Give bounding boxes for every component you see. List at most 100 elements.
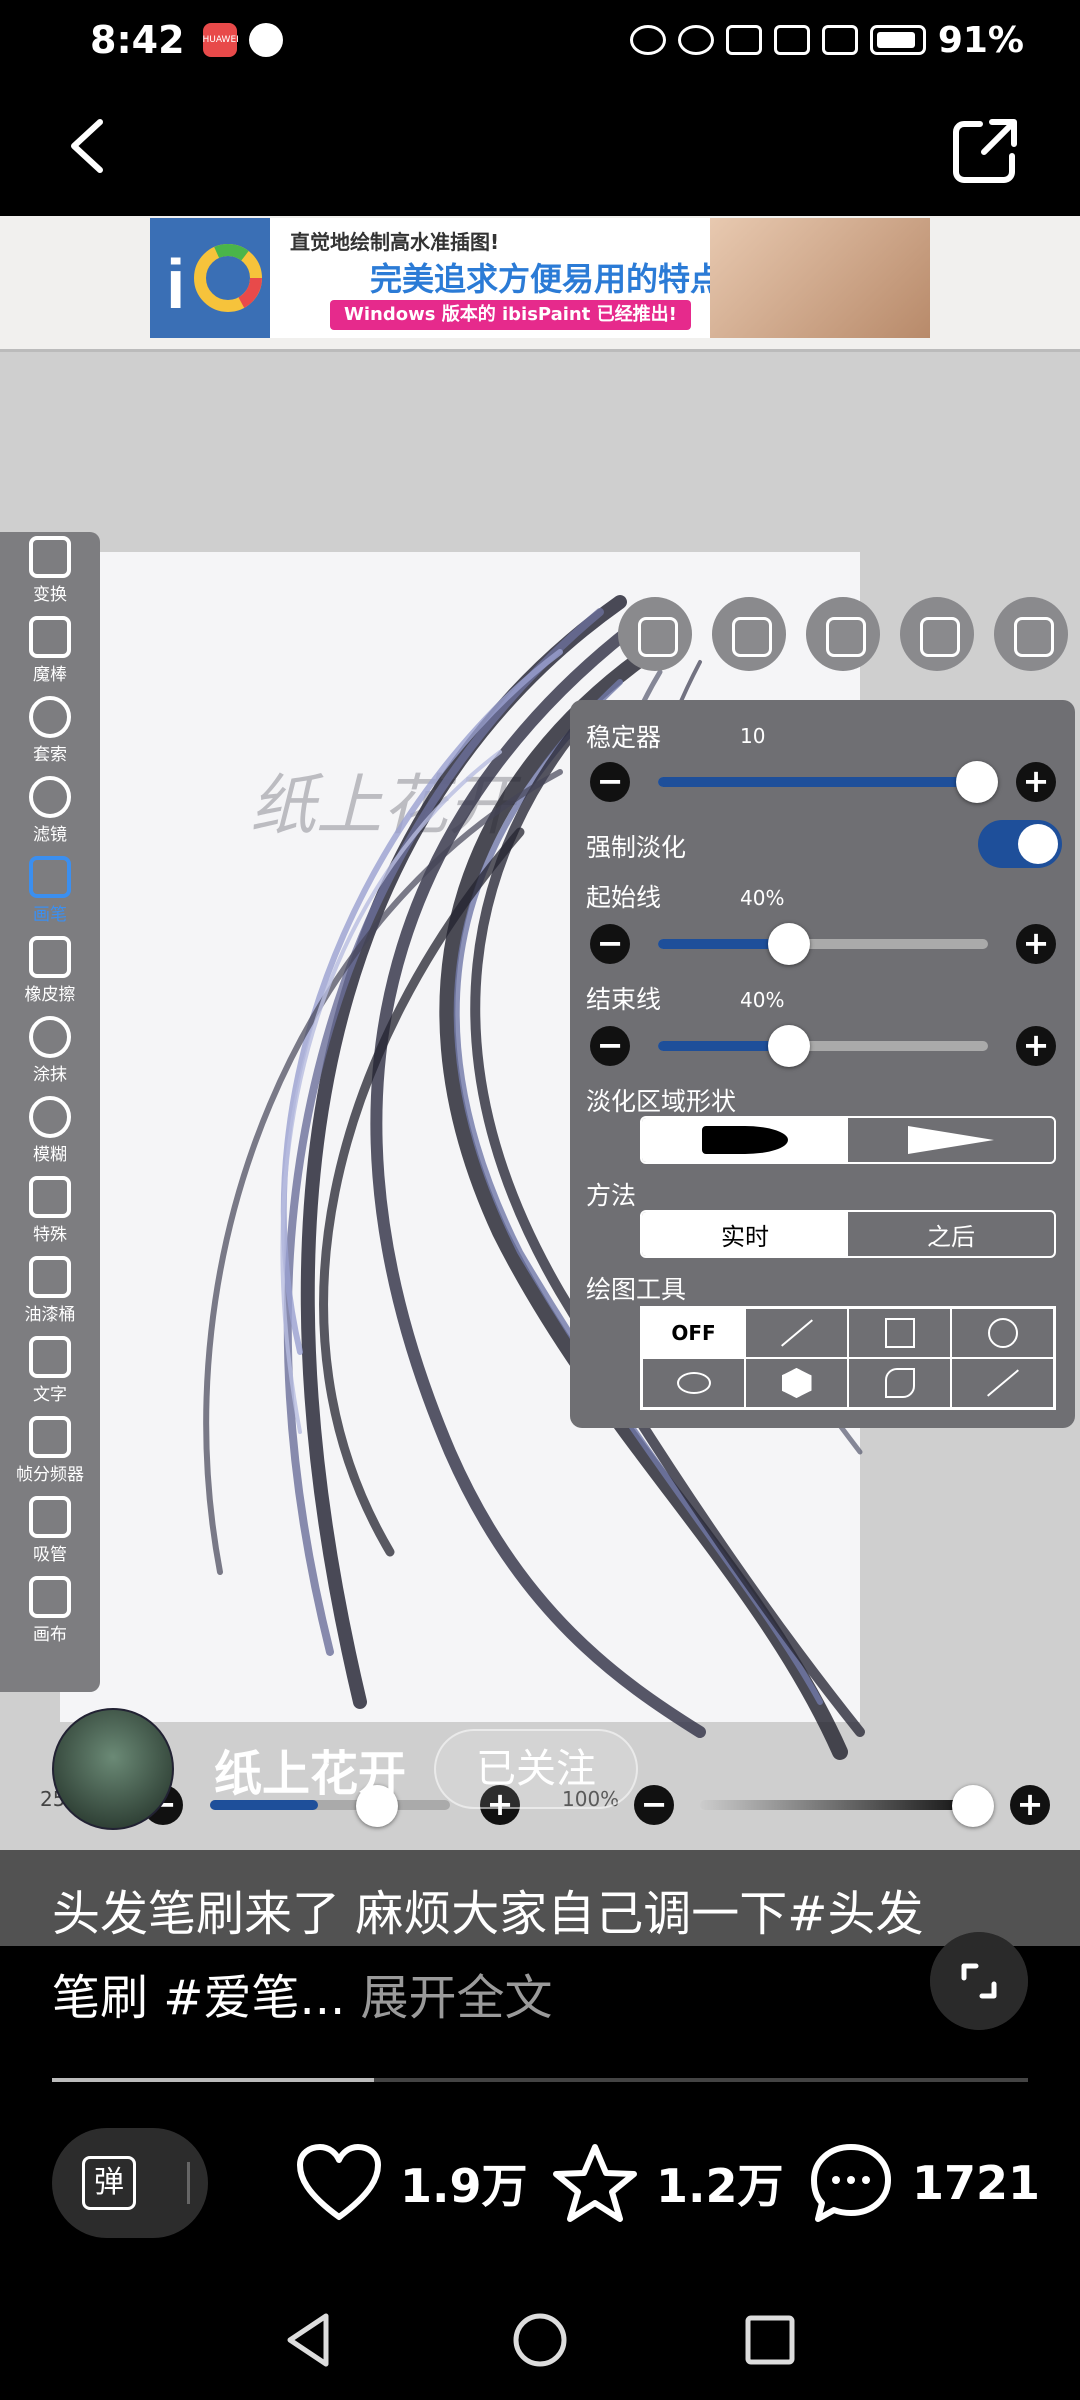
opacity-plus-button[interactable]: + <box>1010 1785 1050 1825</box>
tool-lasso[interactable]: 套索 <box>0 692 100 772</box>
layer-toggle-icon[interactable] <box>618 597 692 671</box>
video-progress-bar[interactable] <box>52 2078 1028 2082</box>
end-slider[interactable] <box>658 1041 988 1051</box>
tool-brush[interactable]: 画笔 <box>0 852 100 932</box>
favorite-count: 1.2万 <box>656 2159 784 2213</box>
opacity-slider[interactable] <box>700 1800 972 1810</box>
method-after[interactable]: 之后 <box>848 1212 1054 1256</box>
back-arrow-icon[interactable] <box>60 116 120 176</box>
tool-magic-wand[interactable]: 魔棒 <box>0 612 100 692</box>
end-knob[interactable] <box>768 1025 810 1067</box>
end-minus-button[interactable]: − <box>590 1026 630 1066</box>
tool-text[interactable]: 文字 <box>0 1332 100 1412</box>
tool-label: 套索 <box>33 745 67 765</box>
tool-frame-divider[interactable]: 帧分频器 <box>0 1412 100 1492</box>
share-icon[interactable] <box>950 116 1020 186</box>
like-button[interactable]: 1.9万 <box>296 2138 528 2228</box>
stabilizer-slider[interactable] <box>658 777 964 787</box>
drawing-tool-rectangle[interactable] <box>848 1308 951 1358</box>
ellipse-icon <box>676 1372 711 1394</box>
tool-blur[interactable]: 模糊 <box>0 1092 100 1172</box>
star-icon <box>553 2144 637 2222</box>
method-realtime[interactable]: 实时 <box>642 1212 848 1256</box>
drawing-tool-line[interactable] <box>745 1308 848 1358</box>
tool-eyedropper[interactable]: 吸管 <box>0 1492 100 1572</box>
stabilizer-minus-button[interactable]: − <box>590 762 630 802</box>
author-row: 纸上花开 已关注 <box>52 1708 639 1830</box>
nav-home-icon[interactable] <box>510 2310 570 2370</box>
nav-recents-icon[interactable] <box>740 2310 800 2370</box>
end-line-value: 40% <box>740 988 785 1012</box>
blur-drop-icon <box>29 1096 71 1138</box>
special-wand-icon <box>29 1176 71 1218</box>
video-caption[interactable]: 头发笔刷来了 麻烦大家自己调一下#头发笔刷 #爱笔... 展开全文 <box>52 1872 932 2040</box>
like-count: 1.9万 <box>400 2159 528 2213</box>
eraser-icon <box>29 936 71 978</box>
drawing-tool-curve[interactable] <box>848 1358 951 1408</box>
nfc-icon <box>629 25 666 55</box>
end-line-label: 结束线 <box>586 985 662 1014</box>
opacity-minus-button[interactable]: − <box>634 1785 674 1825</box>
tool-filter[interactable]: 滤镜 <box>0 772 100 852</box>
stabilizer-hand-icon[interactable] <box>806 597 880 671</box>
tool-eraser[interactable]: 橡皮擦 <box>0 932 100 1012</box>
video-player[interactable]: i 直觉地绘制高水准插图! 完美追求方便易用的特点! Windows 版本的 i… <box>0 216 1080 1946</box>
author-name[interactable]: 纸上花开 <box>214 1734 406 1804</box>
end-plus-button[interactable]: + <box>1016 1026 1056 1066</box>
tool-smudge[interactable]: 涂抹 <box>0 1012 100 1092</box>
signal-icon <box>821 25 858 55</box>
image-icon[interactable] <box>994 597 1068 671</box>
tool-label: 画布 <box>33 1625 67 1645</box>
stabilizer-knob[interactable] <box>956 761 998 803</box>
start-minus-button[interactable]: − <box>590 924 630 964</box>
method-selector: 实时 之后 <box>640 1210 1056 1258</box>
stabilizer-plus-button[interactable]: + <box>1016 762 1056 802</box>
drawing-tool-ellipse[interactable] <box>642 1358 745 1408</box>
bullet-shape-icon <box>702 1126 788 1154</box>
battery-icon <box>869 25 926 55</box>
start-slider[interactable] <box>658 939 988 949</box>
author-avatar[interactable] <box>52 1708 174 1830</box>
expand-caption-link[interactable]: 展开全文 <box>361 1970 553 2026</box>
fade-shape-arrow[interactable] <box>848 1118 1054 1162</box>
move-icon <box>29 536 71 578</box>
tool-canvas[interactable]: 画布 <box>0 1572 100 1652</box>
force-fade-toggle[interactable] <box>978 820 1062 868</box>
danmu-toggle-button[interactable]: 弹 <box>52 2128 208 2238</box>
vibrate-icon <box>725 25 762 55</box>
favorite-button[interactable]: 1.2万 <box>552 2138 784 2228</box>
fullscreen-icon[interactable] <box>930 1932 1028 2030</box>
smudge-icon <box>29 1016 71 1058</box>
tool-label: 魔棒 <box>33 665 67 685</box>
drawing-tool-polyline[interactable] <box>951 1358 1054 1408</box>
tool-label: 模糊 <box>33 1145 67 1165</box>
start-knob[interactable] <box>768 923 810 965</box>
top-nav <box>0 80 1080 216</box>
comment-button[interactable]: 1721 <box>808 2138 1040 2228</box>
nav-back-icon[interactable] <box>280 2310 340 2370</box>
tool-fill[interactable]: 油漆桶 <box>0 1252 100 1332</box>
fx-icon <box>29 776 71 818</box>
wifi-icon <box>773 25 810 55</box>
drawing-tool-off[interactable]: OFF <box>642 1308 745 1358</box>
drawing-tool-circle[interactable] <box>951 1308 1054 1358</box>
tool-special[interactable]: 特殊 <box>0 1172 100 1252</box>
tool-transform[interactable]: 变换 <box>0 532 100 612</box>
fade-shape-bullet[interactable] <box>642 1118 848 1162</box>
selection-icon[interactable] <box>712 597 786 671</box>
follow-button[interactable]: 已关注 <box>434 1729 639 1809</box>
fade-shape-label: 淡化区域形状 <box>586 1087 737 1116</box>
svg-text:i: i <box>166 245 185 323</box>
ruler-icon[interactable] <box>900 597 974 671</box>
start-plus-button[interactable]: + <box>1016 924 1056 964</box>
paint-bucket-icon <box>29 1256 71 1298</box>
drawing-tool-polygon[interactable] <box>745 1358 848 1408</box>
tool-label: 文字 <box>33 1385 67 1405</box>
heart-icon <box>297 2144 381 2220</box>
tool-label: 帧分频器 <box>16 1465 84 1485</box>
opacity-knob[interactable] <box>952 1785 994 1827</box>
start-line-label: 起始线 <box>586 883 662 912</box>
curve-icon <box>884 1368 915 1398</box>
brush-icon <box>29 856 71 898</box>
tool-label: 滤镜 <box>33 825 67 845</box>
